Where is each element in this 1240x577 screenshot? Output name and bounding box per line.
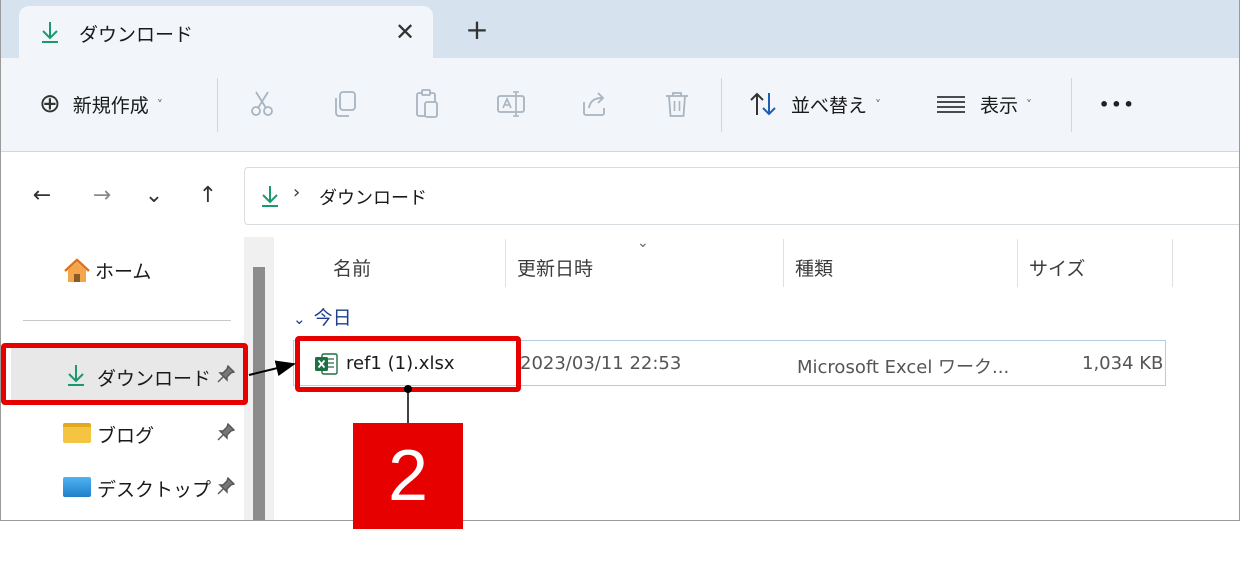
file-type: Microsoft Excel ワーク...	[797, 357, 1010, 378]
group-label: 今日	[313, 307, 352, 329]
scrollbar-thumb[interactable]	[253, 267, 265, 520]
sort-button-label: 並べ替え	[791, 94, 868, 117]
close-tab-button[interactable]: ✕	[387, 14, 423, 50]
column-divider[interactable]	[1017, 239, 1018, 287]
file-size: 1,034 KB	[1082, 353, 1164, 374]
download-icon	[39, 20, 61, 48]
group-header-today[interactable]: ⌄ 今日	[293, 303, 352, 330]
column-divider[interactable]	[505, 239, 506, 287]
column-divider[interactable]	[1172, 239, 1173, 287]
view-button-label: 表示	[980, 94, 1019, 117]
sidebar-item-label: デスクトップ	[97, 479, 212, 501]
file-modified: 2023/03/11 22:53	[520, 353, 682, 374]
column-header-modified[interactable]: 更新日時	[517, 251, 593, 287]
up-button[interactable]: ↑	[193, 181, 223, 211]
toolbar-divider	[721, 78, 722, 132]
paste-icon[interactable]	[411, 88, 443, 120]
cut-icon[interactable]	[246, 88, 278, 120]
sidebar-item-label: ホーム	[95, 261, 152, 283]
sidebar-item-desktop[interactable]: デスクトップ	[1, 467, 244, 507]
desktop-icon	[63, 477, 91, 497]
more-options-button[interactable]: •••	[1099, 86, 1136, 122]
pin-icon[interactable]	[217, 422, 236, 446]
sort-indicator-icon: ⌄	[637, 235, 649, 251]
recent-locations-button[interactable]: ⌄	[139, 181, 169, 211]
share-icon[interactable]	[578, 88, 610, 120]
home-icon	[64, 257, 90, 282]
chevron-down-icon: ˅	[156, 98, 163, 112]
sidebar-item-home[interactable]: ホーム	[63, 257, 151, 284]
sidebar-scrollbar[interactable]	[244, 237, 274, 520]
chevron-down-icon: ˅	[875, 98, 882, 112]
trash-icon[interactable]	[661, 88, 693, 120]
toolbar-divider	[217, 78, 218, 132]
toolbar-divider	[1071, 78, 1072, 132]
new-button-label: 新規作成	[72, 94, 149, 117]
command-bar: ⊕ 新規作成 ˅ 並べ替え ˅ 表示 ˅ •••	[1, 58, 1239, 152]
new-button[interactable]: ⊕ 新規作成 ˅	[39, 86, 163, 122]
chevron-down-icon: ⌄	[293, 310, 306, 328]
folder-icon	[63, 423, 91, 443]
breadcrumb-separator[interactable]: ›	[293, 182, 300, 203]
sidebar-item-blog[interactable]: ブログ	[1, 413, 244, 453]
sort-button[interactable]: 並べ替え ˅	[749, 86, 881, 122]
sidebar-divider	[23, 320, 231, 321]
highlight-box-file	[295, 336, 521, 392]
more-icon: •••	[1099, 94, 1136, 114]
highlight-box-downloads	[1, 343, 248, 405]
breadcrumb-downloads[interactable]: ダウンロード	[319, 184, 427, 210]
tab-title: ダウンロード	[79, 24, 194, 46]
column-divider[interactable]	[783, 239, 784, 287]
sort-icon	[750, 92, 776, 116]
file-explorer-window: ダウンロード ✕ + ⊕ 新規作成 ˅ 並べ替え ˅ 表示 ˅ ••• ← → …	[0, 0, 1240, 521]
new-tab-button[interactable]: +	[459, 12, 495, 48]
column-header-name[interactable]: 名前	[333, 251, 371, 287]
pin-icon[interactable]	[217, 476, 236, 500]
view-button[interactable]: 表示 ˅	[936, 86, 1032, 122]
sidebar-item-label: ブログ	[97, 425, 155, 447]
navigation-row: ← → ⌄ ↑ › ダウンロード	[1, 153, 1239, 237]
tab-downloads[interactable]: ダウンロード ✕	[19, 6, 433, 60]
rename-icon[interactable]	[495, 88, 527, 120]
forward-button[interactable]: →	[87, 181, 117, 211]
column-header-size[interactable]: サイズ	[1029, 251, 1085, 287]
tab-strip: ダウンロード ✕ +	[1, 0, 1239, 60]
view-list-icon	[937, 96, 965, 113]
add-circle-icon: ⊕	[39, 89, 61, 119]
step-number-badge: 2	[353, 423, 463, 529]
copy-icon[interactable]	[329, 88, 361, 120]
download-icon	[259, 184, 281, 212]
address-bar[interactable]: › ダウンロード	[244, 167, 1239, 225]
chevron-down-icon: ˅	[1026, 98, 1033, 112]
column-header-type[interactable]: 種類	[795, 251, 833, 287]
back-button[interactable]: ←	[27, 181, 57, 211]
